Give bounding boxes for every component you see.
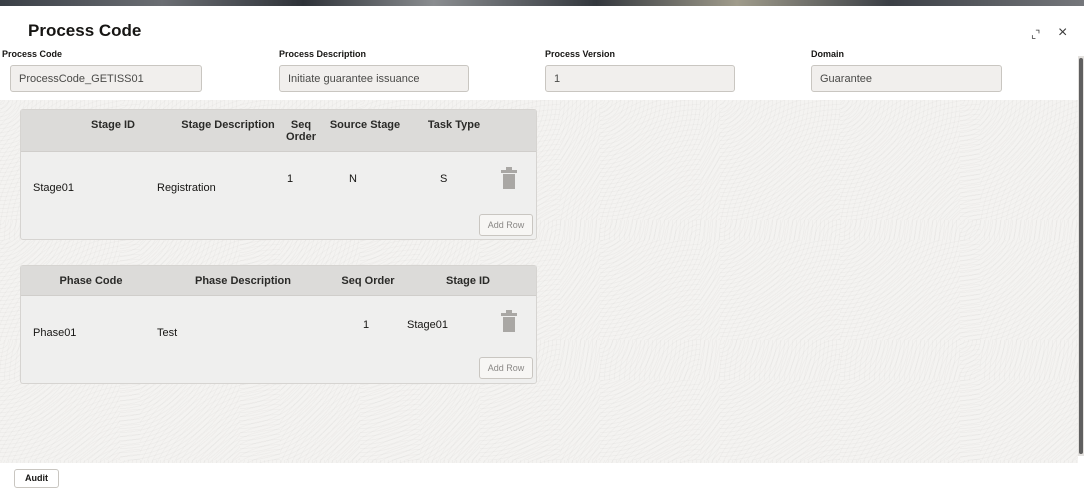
stage-grid: Stage ID Stage Description Seq Order Sou…: [20, 109, 537, 240]
trash-icon[interactable]: [501, 310, 517, 332]
phase-description-cell: Test: [157, 327, 178, 339]
col-task-type: Task Type: [427, 119, 481, 131]
process-version-label: Process Version: [545, 49, 616, 59]
process-description-field[interactable]: Initiate guarantee issuance: [279, 65, 469, 92]
col-seq-order: Seq Order: [286, 119, 316, 143]
col-seq-order: Seq Order: [341, 275, 395, 287]
source-stage-cell: N: [349, 173, 357, 185]
phase-grid: Phase Code Phase Description Seq Order S…: [20, 265, 537, 384]
phase-code-cell: Phase01: [33, 327, 77, 339]
phase-grid-header: Phase Code Phase Description Seq Order S…: [21, 266, 536, 296]
close-icon[interactable]: ×: [1058, 25, 1067, 41]
process-version-field[interactable]: 1: [545, 65, 735, 92]
domain-field[interactable]: Guarantee: [811, 65, 1002, 92]
process-code-field[interactable]: ProcessCode_GETISS01: [10, 65, 202, 92]
process-fields: Process Code ProcessCode_GETISS01 Proces…: [0, 44, 1084, 100]
col-stage-id: Stage ID: [445, 275, 490, 287]
col-phase-description: Phase Description: [195, 275, 291, 287]
vertical-scrollbar[interactable]: [1078, 56, 1084, 456]
restore-icon[interactable]: ⌞⌝: [1031, 28, 1040, 42]
add-row-button[interactable]: Add Row: [479, 357, 533, 379]
seq-order-cell: 1: [363, 319, 370, 331]
audit-button[interactable]: Audit: [14, 469, 59, 488]
domain-label: Domain: [811, 49, 845, 59]
process-code-label: Process Code: [2, 49, 63, 59]
footer-bar: Audit: [0, 463, 1084, 488]
stage-description-cell: Registration: [157, 182, 216, 194]
process-description-label: Process Description: [279, 49, 367, 59]
stage-grid-header: Stage ID Stage Description Seq Order Sou…: [21, 110, 536, 152]
window-header: Process Code ⌞⌝ ×: [0, 6, 1084, 44]
trash-icon[interactable]: [501, 167, 517, 189]
page-title: Process Code: [28, 21, 142, 40]
scrollbar-thumb[interactable]: [1079, 58, 1083, 454]
stage-id-cell: Stage01: [33, 182, 74, 194]
stage-id-cell: Stage01: [407, 319, 448, 331]
seq-order-cell: 1: [287, 173, 294, 185]
col-stage-id: Stage ID: [90, 119, 135, 131]
col-phase-code: Phase Code: [59, 275, 123, 287]
add-row-button[interactable]: Add Row: [479, 214, 533, 236]
task-type-cell: S: [440, 173, 448, 185]
col-source-stage: Source Stage: [329, 119, 401, 131]
col-stage-description: Stage Description: [181, 119, 275, 131]
